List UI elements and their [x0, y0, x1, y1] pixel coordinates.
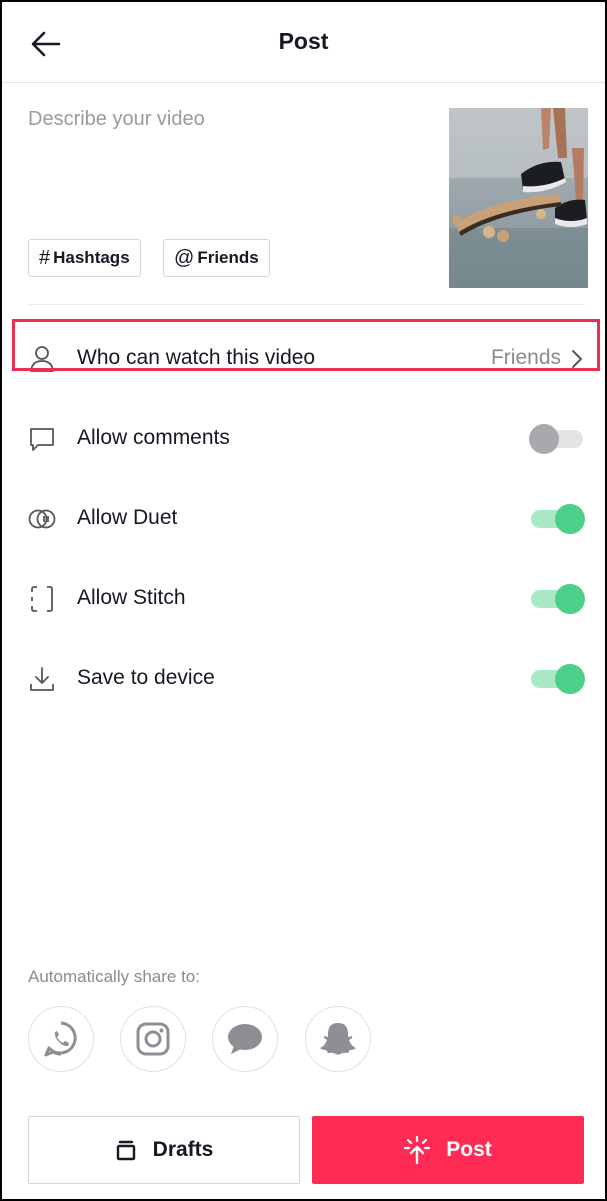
page-title: Post	[278, 28, 329, 54]
allow-comments-label: Allow comments	[77, 426, 230, 449]
stitch-icon	[31, 586, 53, 612]
duet-icon	[28, 509, 56, 529]
description-input[interactable]	[28, 108, 418, 218]
toggle-knob	[555, 664, 585, 694]
save-to-device-row: Save to device	[2, 642, 605, 716]
drafts-label: Drafts	[152, 1138, 214, 1161]
instagram-icon	[136, 1022, 170, 1056]
privacy-highlight-box	[12, 319, 600, 371]
allow-duet-label: Allow Duet	[77, 506, 178, 529]
post-screen: Post # Hashtags @ Friends	[2, 2, 605, 1199]
share-snapchat-button[interactable]	[305, 1006, 371, 1072]
allow-comments-row: Allow comments	[2, 402, 605, 476]
messages-icon	[228, 1024, 262, 1054]
save-to-device-label: Save to device	[77, 666, 215, 689]
allow-comments-toggle[interactable]	[529, 424, 585, 454]
allow-stitch-row: Allow Stitch	[2, 562, 605, 636]
allow-stitch-label: Allow Stitch	[77, 586, 186, 609]
drafts-icon	[116, 1140, 135, 1161]
toggle-knob	[555, 584, 585, 614]
hash-icon: #	[39, 246, 51, 269]
header: Post	[2, 2, 605, 83]
video-thumbnail[interactable]	[449, 108, 588, 288]
post-label: Post	[446, 1138, 492, 1161]
whatsapp-icon	[44, 1021, 77, 1057]
share-whatsapp-button[interactable]	[28, 1006, 94, 1072]
comment-icon	[30, 428, 54, 451]
toggle-knob	[555, 504, 585, 534]
post-spark-icon	[404, 1135, 431, 1165]
allow-duet-row: Allow Duet	[2, 482, 605, 556]
auto-share-label: Automatically share to:	[28, 967, 200, 986]
toggle-knob	[529, 424, 559, 454]
share-messages-button[interactable]	[212, 1006, 278, 1072]
hashtags-label: Hashtags	[53, 248, 130, 267]
allow-stitch-toggle[interactable]	[529, 584, 585, 614]
at-icon: @	[174, 246, 195, 269]
friends-label: Friends	[197, 248, 259, 267]
allow-duet-toggle[interactable]	[529, 504, 585, 534]
save-to-device-toggle[interactable]	[529, 664, 585, 694]
download-icon	[30, 667, 54, 691]
hashtags-button[interactable]: # Hashtags	[28, 239, 141, 277]
post-button[interactable]: Post	[312, 1116, 584, 1184]
snapchat-icon	[320, 1023, 356, 1055]
drafts-button[interactable]: Drafts	[28, 1116, 300, 1184]
divider	[28, 304, 585, 305]
share-instagram-button[interactable]	[120, 1006, 186, 1072]
thumbnail-image	[449, 108, 588, 288]
friends-button[interactable]: @ Friends	[163, 239, 270, 277]
